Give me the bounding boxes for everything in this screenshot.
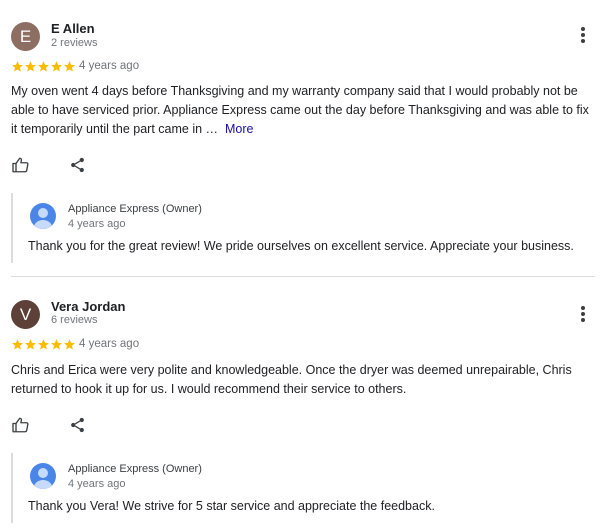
star-icon [64,61,75,72]
review-text: Chris and Erica were very polite and kno… [11,361,591,399]
owner-reply-text: Thank you for the great review! We pride… [28,239,574,253]
star-icon [64,339,75,350]
share-icon [71,157,84,173]
star-icon [25,339,36,350]
more-vert-icon [581,306,585,322]
star-rating [11,60,76,73]
star-icon [51,61,62,72]
reviewer-name[interactable]: E Allen [51,21,95,36]
share-icon [71,417,84,433]
star-icon [51,339,62,350]
star-icon [38,61,49,72]
star-rating [11,338,76,351]
star-icon [25,61,36,72]
avatar[interactable]: V [11,300,40,329]
avatar-initial: E [19,26,32,46]
owner-reply-text: Thank you Vera! We strive for 5 star ser… [28,499,435,513]
like-button[interactable] [11,156,30,179]
review-text: My oven went 4 days before Thanksgiving … [11,82,591,139]
owner-reply-date: 4 years ago [68,478,126,490]
review-text-line: able to have serviced prior. Appliance E… [11,103,589,117]
owner-reply-date: 4 years ago [68,218,126,230]
owner-name: Appliance Express (Owner) [68,463,202,475]
star-icon [12,61,23,72]
review-text-line: it temporarily until the part came in … … [11,120,591,139]
reviewer-name[interactable]: Vera Jordan [51,299,125,314]
avatar[interactable]: E [11,22,40,51]
review-text-line-partial: it temporarily until the part came in … [11,122,219,136]
like-button[interactable] [11,416,30,439]
review-text-line: My oven went 4 days before Thanksgiving … [11,84,578,98]
share-button[interactable] [69,416,86,439]
owner-name: Appliance Express (Owner) [68,203,202,215]
owner-avatar [30,463,56,489]
thumbs-up-icon [12,417,29,433]
review-card: V Vera Jordan 6 reviews 4 years ago Chri… [0,288,600,532]
owner-avatar [30,203,56,229]
more-link[interactable]: More [225,122,253,136]
owner-reply: Appliance Express (Owner) 4 years ago Th… [11,193,596,263]
review-date: 4 years ago [79,338,140,350]
review-count: 6 reviews [51,314,98,326]
star-icon [12,339,23,350]
avatar-initial: V [19,304,32,324]
more-options-button[interactable] [576,304,590,324]
star-icon [38,339,49,350]
thumbs-up-icon [12,157,29,173]
divider [11,276,595,277]
review-count: 2 reviews [51,37,98,49]
share-button[interactable] [69,156,86,179]
more-vert-icon [581,27,585,43]
review-text-line: returned to hook it up for us. I would r… [11,382,407,396]
owner-reply: Appliance Express (Owner) 4 years ago Th… [11,453,596,523]
person-icon [33,208,53,229]
person-icon [33,468,53,489]
review-date: 4 years ago [79,60,140,72]
more-options-button[interactable] [576,25,590,45]
review-card: E E Allen 2 reviews 4 years ago My oven … [0,0,600,276]
review-text-line: Chris and Erica were very polite and kno… [11,363,572,377]
